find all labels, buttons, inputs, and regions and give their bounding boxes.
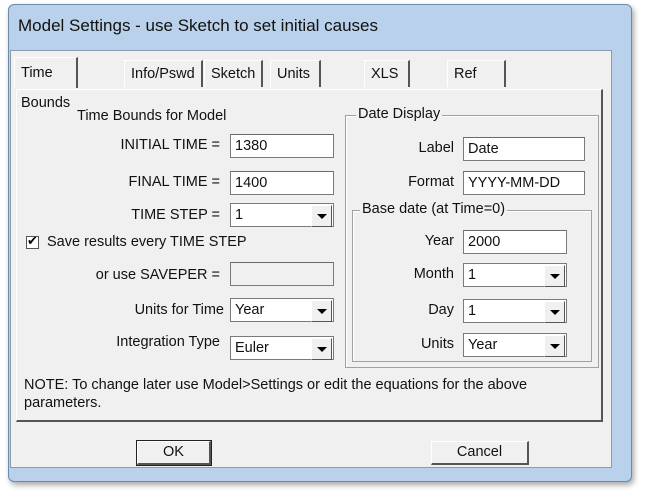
time-step-value: 1: [235, 207, 244, 223]
final-time-input[interactable]: 1400: [230, 171, 334, 195]
base-units-combo[interactable]: Year: [463, 333, 567, 357]
date-format-label: Format: [408, 174, 454, 190]
save-results-checkbox[interactable]: [26, 233, 39, 249]
initial-time-input[interactable]: 1380: [230, 134, 334, 158]
tab-info-pswd[interactable]: Info/Pswd: [124, 60, 203, 87]
tab-xls-files[interactable]: XLS Files: [364, 60, 410, 108]
integration-type-combo[interactable]: Euler: [230, 336, 334, 360]
chevron-down-icon[interactable]: [544, 335, 565, 357]
window-title: Model Settings - use Sketch to set initi…: [18, 16, 379, 35]
base-month-combo[interactable]: 1: [463, 263, 567, 287]
base-date-title: Base date (at Time=0): [360, 201, 508, 217]
units-for-time-combo[interactable]: Year: [230, 298, 334, 322]
date-label-input[interactable]: Date: [463, 137, 585, 161]
base-month-value: 1: [468, 267, 477, 283]
chevron-down-icon[interactable]: [311, 205, 332, 227]
tab-time-bounds[interactable]: Time Bounds: [14, 57, 79, 111]
units-for-time-label: Units for Time: [134, 302, 224, 318]
saveper-input[interactable]: [230, 262, 334, 286]
base-day-value: 1: [468, 303, 477, 319]
ok-button[interactable]: OK: [136, 440, 212, 466]
tab-units-equiv[interactable]: Units Equiv: [270, 60, 322, 108]
base-month-label: Month: [413, 266, 454, 282]
integration-type-value: Euler: [235, 340, 269, 356]
date-format-input[interactable]: YYYY-MM-DD: [463, 171, 585, 195]
units-for-time-value: Year: [235, 302, 265, 318]
tab-ref-modes[interactable]: Ref Modes: [447, 60, 506, 108]
time-step-combo[interactable]: 1: [230, 203, 334, 227]
chevron-down-icon[interactable]: [544, 301, 565, 323]
chevron-down-icon[interactable]: [544, 265, 565, 287]
date-display-title: Date Display: [356, 106, 443, 122]
chevron-down-icon[interactable]: [311, 338, 332, 360]
integration-type-label: Integration Type: [116, 334, 220, 350]
time-bounds-heading: Time Bounds for Model: [77, 108, 227, 124]
final-time-label: FINAL TIME =: [128, 174, 220, 190]
base-year-input[interactable]: 2000: [463, 230, 567, 254]
chevron-down-icon[interactable]: [311, 300, 332, 322]
date-label-label: Label: [418, 140, 454, 156]
base-day-combo[interactable]: 1: [463, 299, 567, 323]
note-text: NOTE: To change later use Model>Settings…: [24, 377, 528, 411]
initial-time-label: INITIAL TIME =: [120, 137, 220, 153]
time-step-label: TIME STEP =: [131, 207, 220, 223]
save-results-label: Save results every TIME STEP: [47, 234, 247, 250]
base-units-label: Units: [420, 336, 454, 352]
cancel-button[interactable]: Cancel: [431, 441, 529, 465]
saveper-label: or use SAVEPER =: [95, 267, 220, 283]
tab-sketch[interactable]: Sketch: [204, 60, 264, 87]
base-units-value: Year: [468, 337, 498, 353]
base-year-label: Year: [424, 233, 454, 249]
base-day-label: Day: [428, 302, 454, 318]
